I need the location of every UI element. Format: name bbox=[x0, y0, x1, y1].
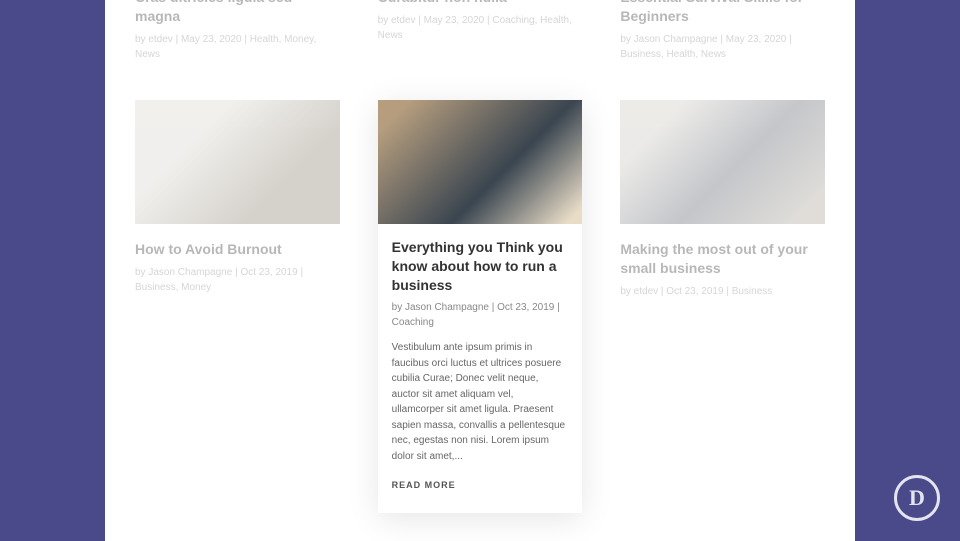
post-excerpt: Vestibulum ante ipsum primis in faucibus… bbox=[378, 340, 583, 464]
blog-card[interactable]: Cras ultricies ligula sed magna by etdev… bbox=[135, 0, 340, 62]
post-meta: by Jason Champagne | Oct 23, 2019 | Busi… bbox=[135, 265, 340, 295]
post-title[interactable]: Everything you Think you know about how … bbox=[378, 238, 583, 295]
blog-card[interactable]: How to Avoid Burnout by Jason Champagne … bbox=[135, 100, 340, 514]
post-meta: by Jason Champagne | May 23, 2020 | Busi… bbox=[620, 32, 825, 62]
post-title[interactable]: Curabitur non nulla bbox=[378, 0, 583, 7]
post-thumbnail[interactable] bbox=[378, 100, 583, 224]
post-title[interactable]: Making the most out of your small busine… bbox=[620, 240, 825, 278]
post-meta: by etdev | Oct 23, 2019 | Business bbox=[620, 284, 825, 299]
read-more-link[interactable]: READ MORE bbox=[378, 480, 470, 490]
blog-card[interactable]: Essential Survival Skills for Beginners … bbox=[620, 0, 825, 62]
content-area: Cras ultricies ligula sed magna by etdev… bbox=[105, 0, 855, 541]
blog-card-highlighted[interactable]: Everything you Think you know about how … bbox=[378, 100, 583, 514]
post-meta: by Jason Champagne | Oct 23, 2019 | Coac… bbox=[378, 300, 583, 330]
post-meta: by etdev | May 23, 2020 | Health, Money,… bbox=[135, 32, 340, 62]
post-title[interactable]: How to Avoid Burnout bbox=[135, 240, 340, 259]
post-title[interactable]: Essential Survival Skills for Beginners bbox=[620, 0, 825, 26]
divi-logo-glyph: D bbox=[909, 485, 925, 511]
post-thumbnail[interactable] bbox=[620, 100, 825, 224]
post-thumbnail[interactable] bbox=[135, 100, 340, 224]
post-title[interactable]: Cras ultricies ligula sed magna bbox=[135, 0, 340, 26]
blog-card[interactable]: Making the most out of your small busine… bbox=[620, 100, 825, 514]
blog-card[interactable]: Curabitur non nulla by etdev | May 23, 2… bbox=[378, 0, 583, 62]
blog-grid: Cras ultricies ligula sed magna by etdev… bbox=[135, 0, 825, 541]
post-meta: by etdev | May 23, 2020 | Coaching, Heal… bbox=[378, 13, 583, 43]
divi-logo-icon[interactable]: D bbox=[894, 475, 940, 521]
